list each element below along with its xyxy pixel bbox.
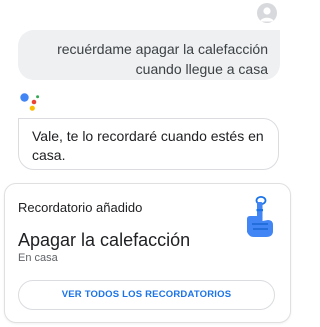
assistant-reply-bubble: Vale, te lo recordaré cuando estés en ca… — [18, 118, 279, 170]
user-message-bubble: recuérdame apagar la calefacción cuando … — [18, 30, 280, 80]
user-message-line-2: cuando llegue a casa — [135, 61, 268, 77]
user-avatar-icon[interactable] — [257, 3, 277, 23]
assistant-reply-text: Vale, te lo recordaré cuando estés en ca… — [32, 128, 264, 163]
view-all-reminders-button[interactable]: VER TODOS LOS RECORDATORIOS — [18, 280, 275, 310]
google-assistant-icon — [20, 93, 40, 111]
reminder-title: Apagar la calefacción — [18, 230, 191, 250]
reminder-card[interactable]: Recordatorio añadido Apagar la calefacci… — [4, 183, 291, 323]
reminder-location: En casa — [18, 252, 58, 264]
user-message-line-1: recuérdame apagar la calefacción — [57, 41, 268, 57]
finger-string-icon — [247, 196, 273, 237]
reminder-card-header: Recordatorio añadido — [18, 200, 143, 215]
